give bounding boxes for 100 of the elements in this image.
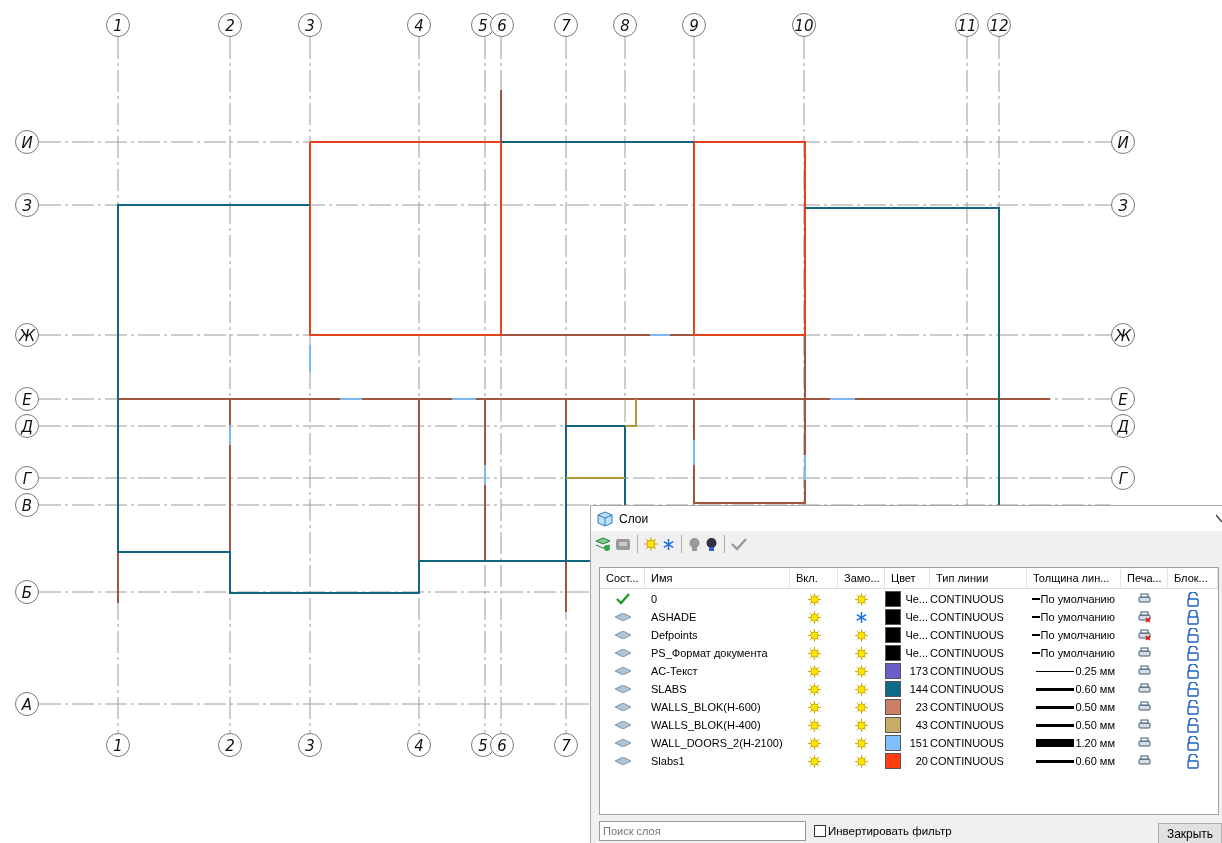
lineweight-value[interactable]: 0.60 мм bbox=[1075, 755, 1115, 767]
axis-marker: 10 bbox=[792, 13, 816, 37]
snowflake-icon[interactable] bbox=[855, 610, 868, 624]
color-swatch[interactable] bbox=[885, 627, 901, 643]
layer-name[interactable]: WALLS_BLOK(H-600) bbox=[651, 701, 761, 713]
axis-marker: А bbox=[15, 692, 39, 716]
sun-icon[interactable] bbox=[807, 628, 821, 642]
sun-icon[interactable] bbox=[855, 646, 868, 660]
linetype-name[interactable]: CONTINUOUS bbox=[930, 701, 1004, 713]
color-swatch[interactable] bbox=[885, 663, 901, 679]
layer-name[interactable]: AC-Текст bbox=[651, 665, 698, 677]
lineweight-value[interactable]: 0.25 мм bbox=[1075, 665, 1115, 677]
printer-icon[interactable] bbox=[1138, 719, 1151, 731]
layer-name[interactable]: ASHADE bbox=[651, 611, 697, 623]
lineweight-value[interactable]: По умолчанию bbox=[1040, 593, 1115, 605]
column-header[interactable]: Цвет bbox=[885, 568, 930, 588]
lineweight-value[interactable]: 0.60 мм bbox=[1075, 683, 1115, 695]
sun-icon[interactable] bbox=[644, 537, 658, 551]
close-icon[interactable] bbox=[1216, 512, 1222, 525]
column-header[interactable]: Блок... bbox=[1168, 568, 1218, 588]
sun-icon[interactable] bbox=[807, 754, 821, 768]
lineweight-value[interactable]: По умолчанию bbox=[1040, 647, 1115, 659]
printer-icon[interactable] bbox=[1138, 755, 1151, 767]
color-swatch[interactable] bbox=[885, 681, 901, 697]
sun-icon[interactable] bbox=[855, 718, 868, 732]
sun-icon[interactable] bbox=[807, 718, 821, 732]
layer-name[interactable]: 0 bbox=[651, 593, 658, 605]
checkbox-label[interactable]: Инвертировать фильтр bbox=[828, 824, 952, 837]
printer-crossed-icon[interactable] bbox=[1138, 629, 1151, 641]
open-lock-icon[interactable] bbox=[1186, 591, 1200, 607]
printer-icon[interactable] bbox=[1138, 701, 1151, 713]
column-header[interactable]: Тип линии bbox=[930, 568, 1027, 588]
printer-icon[interactable] bbox=[1138, 665, 1151, 677]
linetype-name[interactable]: CONTINUOUS bbox=[930, 737, 1004, 749]
sun-icon[interactable] bbox=[855, 628, 868, 642]
sun-icon[interactable] bbox=[807, 592, 821, 606]
column-header[interactable]: Толщина лин... bbox=[1027, 568, 1121, 588]
printer-icon[interactable] bbox=[1138, 737, 1151, 749]
printer-icon[interactable] bbox=[1138, 593, 1151, 605]
open-lock-icon[interactable] bbox=[1186, 699, 1200, 715]
printer-icon[interactable] bbox=[1138, 647, 1151, 659]
sun-icon[interactable] bbox=[855, 682, 868, 696]
linetype-name[interactable]: CONTINUOUS bbox=[930, 647, 1004, 659]
layer-name[interactable]: PS_Формат документа bbox=[651, 647, 768, 659]
sun-icon[interactable] bbox=[807, 736, 821, 750]
linetype-name[interactable]: CONTINUOUS bbox=[930, 629, 1004, 641]
linetype-name[interactable]: CONTINUOUS bbox=[930, 665, 1004, 677]
sun-icon[interactable] bbox=[855, 700, 868, 714]
printer-icon[interactable] bbox=[1138, 683, 1151, 695]
lineweight-value[interactable]: 0.50 мм bbox=[1075, 701, 1115, 713]
sun-icon[interactable] bbox=[807, 610, 821, 624]
open-lock-icon[interactable] bbox=[1186, 645, 1200, 661]
printer-crossed-icon[interactable] bbox=[1138, 611, 1151, 623]
sun-icon[interactable] bbox=[807, 682, 821, 696]
close-button[interactable]: Закрыть bbox=[1158, 822, 1222, 843]
sun-icon[interactable] bbox=[855, 592, 868, 606]
color-swatch[interactable] bbox=[885, 753, 901, 769]
column-header[interactable]: Имя bbox=[645, 568, 790, 588]
search-field[interactable]: Поиск слоя bbox=[599, 820, 806, 841]
lineweight-value[interactable]: По умолчанию bbox=[1040, 629, 1115, 641]
open-lock-icon[interactable] bbox=[1186, 681, 1200, 697]
color-swatch[interactable] bbox=[885, 699, 901, 715]
open-lock-icon[interactable] bbox=[1186, 663, 1200, 679]
lineweight-value[interactable]: 1.20 мм bbox=[1075, 737, 1115, 749]
lightbulb-icon[interactable] bbox=[705, 536, 718, 552]
color-swatch[interactable] bbox=[885, 609, 901, 625]
open-lock-icon[interactable] bbox=[1186, 627, 1200, 643]
column-header[interactable]: Замо... bbox=[838, 568, 885, 588]
sun-icon[interactable] bbox=[855, 664, 868, 678]
linetype-name[interactable]: CONTINUOUS bbox=[930, 683, 1004, 695]
column-header[interactable]: Вкл. bbox=[790, 568, 838, 588]
layer-name[interactable]: Slabs1 bbox=[651, 755, 685, 767]
sun-icon[interactable] bbox=[807, 700, 821, 714]
checkbox[interactable] bbox=[814, 824, 826, 837]
layer-name[interactable]: WALLS_BLOK(H-400) bbox=[651, 719, 761, 731]
open-lock-icon[interactable] bbox=[1186, 735, 1200, 751]
linetype-name[interactable]: CONTINUOUS bbox=[930, 611, 1004, 623]
sun-icon[interactable] bbox=[807, 646, 821, 660]
sun-icon[interactable] bbox=[855, 754, 868, 768]
column-header[interactable]: Сост... bbox=[600, 568, 645, 588]
closed-lock-icon[interactable] bbox=[1186, 609, 1200, 625]
layer-name[interactable]: Defpoints bbox=[651, 629, 698, 641]
linetype-name[interactable]: CONTINUOUS bbox=[930, 755, 1004, 767]
linetype-name[interactable]: CONTINUOUS bbox=[930, 719, 1004, 731]
color-swatch[interactable] bbox=[885, 591, 901, 607]
lineweight-value[interactable]: По умолчанию bbox=[1040, 611, 1115, 623]
open-lock-icon[interactable] bbox=[1186, 753, 1200, 769]
linetype-name[interactable]: CONTINUOUS bbox=[930, 593, 1004, 605]
sun-icon[interactable] bbox=[855, 736, 868, 750]
lineweight-value[interactable]: 0.50 мм bbox=[1075, 719, 1115, 731]
sun-icon[interactable] bbox=[807, 664, 821, 678]
column-header[interactable]: Печа... bbox=[1121, 568, 1168, 588]
color-swatch[interactable] bbox=[885, 735, 901, 751]
snowflake-icon[interactable] bbox=[662, 537, 675, 551]
color-swatch[interactable] bbox=[885, 645, 901, 661]
axis-marker: Е bbox=[15, 387, 39, 411]
layer-name[interactable]: WALL_DOORS_2(H-2100) bbox=[651, 737, 783, 749]
color-swatch[interactable] bbox=[885, 717, 901, 733]
layer-name[interactable]: SLABS bbox=[651, 683, 687, 695]
open-lock-icon[interactable] bbox=[1186, 717, 1200, 733]
